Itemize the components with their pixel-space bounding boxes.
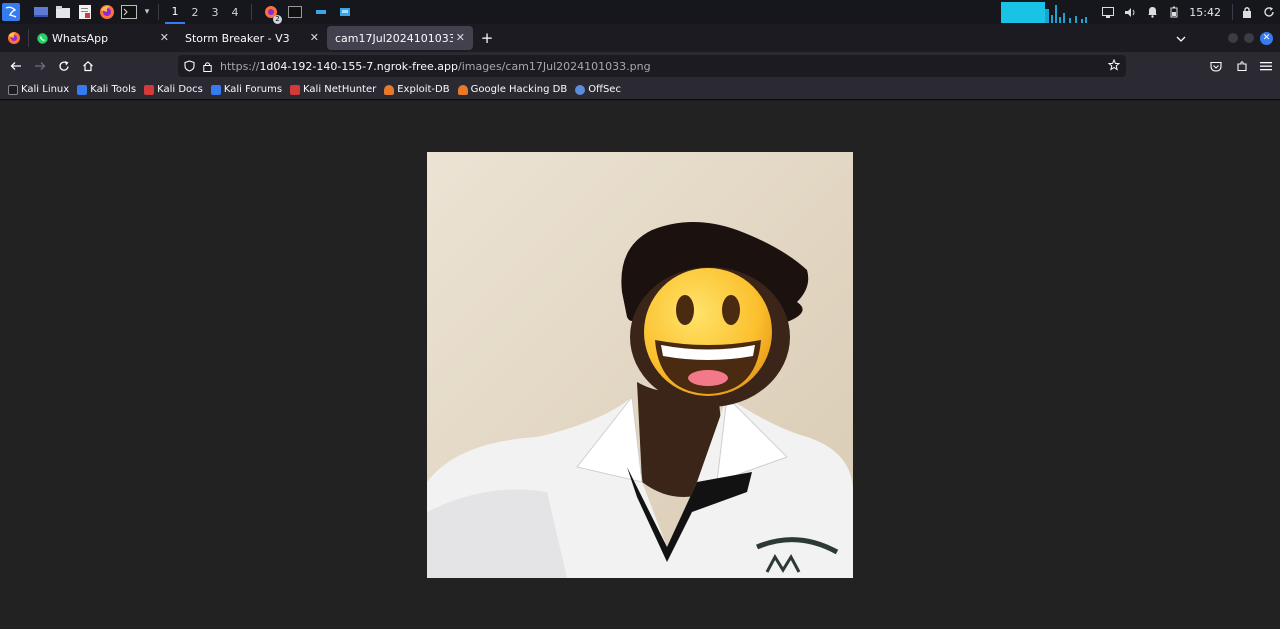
clock[interactable]: 15:42 xyxy=(1189,6,1221,19)
address-bar[interactable]: https://1d04-192-140-155-7.ngrok-free.ap… xyxy=(178,55,1126,77)
bookmarks-toolbar: Kali Linux Kali Tools Kali Docs Kali For… xyxy=(0,80,1280,100)
bookmark-label: OffSec xyxy=(588,84,621,95)
firefox-icon[interactable] xyxy=(98,3,116,21)
workspace-1[interactable]: 1 xyxy=(165,0,185,24)
webcam-capture-image[interactable] xyxy=(427,152,853,578)
url-path: /images/cam17Jul2024101033.png xyxy=(457,59,651,73)
close-window-button[interactable]: ✕ xyxy=(1260,31,1273,45)
workspace-3[interactable]: 3 xyxy=(205,0,225,24)
bookmark-label: Kali Forums xyxy=(223,84,283,95)
offsec-icon xyxy=(575,84,586,95)
forward-button[interactable] xyxy=(28,54,52,78)
nethunter-icon xyxy=(290,84,301,95)
bookmark-label: Exploit-DB xyxy=(397,84,450,95)
running-app-window-icon[interactable] xyxy=(312,3,330,21)
image-viewer-page xyxy=(0,101,1280,629)
bookmark-label: Kali Linux xyxy=(21,84,70,95)
whatsapp-icon xyxy=(37,32,48,44)
bookmark-label: Google Hacking DB xyxy=(470,84,568,95)
home-button[interactable] xyxy=(76,54,100,78)
reload-button[interactable] xyxy=(52,54,76,78)
running-app-window-icon[interactable] xyxy=(336,3,354,21)
bookmark-google-hacking-db[interactable]: Google Hacking DB xyxy=(457,84,568,95)
workspace-4[interactable]: 4 xyxy=(225,0,245,24)
back-button[interactable] xyxy=(4,54,28,78)
running-app-terminal-icon[interactable] xyxy=(286,3,304,21)
chevron-down-icon[interactable]: ▾ xyxy=(142,3,152,21)
maximize-window-button[interactable] xyxy=(1244,33,1254,43)
ghdb-icon xyxy=(457,84,468,95)
workspace-2[interactable]: 2 xyxy=(185,0,205,24)
tab-title: WhatsApp xyxy=(52,31,109,45)
url-scheme: https:// xyxy=(220,59,260,73)
url-text[interactable]: https://1d04-192-140-155-7.ngrok-free.ap… xyxy=(220,60,651,73)
tab-storm-breaker[interactable]: Storm Breaker - V3 ✕ xyxy=(177,26,327,50)
close-tab-icon[interactable]: ✕ xyxy=(310,31,319,44)
battery-icon xyxy=(1163,0,1185,24)
cpu-usage-graph xyxy=(999,1,1091,23)
lock-icon[interactable] xyxy=(203,61,212,72)
extensions-icon[interactable] xyxy=(1230,54,1254,78)
text-editor-icon[interactable] xyxy=(76,3,94,21)
kali-docs-icon xyxy=(144,84,155,95)
kali-dragon-icon xyxy=(8,84,18,95)
close-tab-icon[interactable]: ✕ xyxy=(456,31,465,44)
bookmark-kali-linux[interactable]: Kali Linux xyxy=(8,84,69,95)
terminal-icon[interactable] xyxy=(120,3,138,21)
bookmark-kali-tools[interactable]: Kali Tools xyxy=(77,84,136,95)
exploit-db-icon xyxy=(384,84,395,95)
taskbar-divider xyxy=(251,4,252,20)
display-icon[interactable] xyxy=(1097,0,1119,24)
close-tab-icon[interactable]: ✕ xyxy=(160,31,169,44)
taskbar-divider xyxy=(1232,4,1233,20)
notification-bell-icon[interactable] xyxy=(1141,0,1163,24)
url-host: 1d04-192-140-155-7.ngrok-free.app xyxy=(259,59,458,73)
pocket-icon[interactable] xyxy=(1204,54,1228,78)
taskbar-divider xyxy=(158,4,159,20)
navigation-toolbar: https://1d04-192-140-155-7.ngrok-free.ap… xyxy=(0,52,1280,80)
tab-whatsapp[interactable]: WhatsApp ✕ xyxy=(29,26,177,50)
firefox-view-icon[interactable] xyxy=(0,24,28,52)
bookmark-offsec[interactable]: OffSec xyxy=(575,84,621,95)
kali-forums-icon xyxy=(210,84,221,95)
bookmark-label: Kali Docs xyxy=(157,84,203,95)
kali-tools-icon xyxy=(77,84,88,95)
bookmark-kali-docs[interactable]: Kali Docs xyxy=(144,84,203,95)
minimize-window-button[interactable] xyxy=(1228,33,1238,43)
new-tab-button[interactable]: + xyxy=(473,26,501,50)
lock-icon[interactable] xyxy=(1236,0,1258,24)
window-count-badge: 2 xyxy=(273,15,282,24)
tab-title: cam17Jul2024101033.png (P xyxy=(335,31,453,45)
bookmark-exploit-db[interactable]: Exploit-DB xyxy=(384,84,450,95)
bookmark-label: Kali NetHunter xyxy=(303,84,377,95)
bookmark-star-icon[interactable] xyxy=(1108,59,1120,71)
tab-title: Storm Breaker - V3 xyxy=(185,31,290,45)
volume-icon[interactable] xyxy=(1119,0,1141,24)
bookmark-kali-forums[interactable]: Kali Forums xyxy=(210,84,283,95)
kali-menu-icon[interactable] xyxy=(2,3,20,21)
tab-image-active[interactable]: cam17Jul2024101033.png (P ✕ xyxy=(327,26,473,50)
tracking-protection-shield-icon[interactable] xyxy=(184,60,195,72)
system-taskbar: ▾ 1 2 3 4 2 15:42 xyxy=(0,0,1280,24)
list-all-tabs-button[interactable] xyxy=(1171,32,1191,45)
bookmark-label: Kali Tools xyxy=(90,84,137,95)
grinning-face-emoji-icon xyxy=(644,268,772,396)
hamburger-menu-icon[interactable] xyxy=(1254,54,1278,78)
tab-strip: WhatsApp ✕ Storm Breaker - V3 ✕ cam17Jul… xyxy=(0,24,1280,52)
running-app-firefox-icon[interactable]: 2 xyxy=(262,3,282,24)
bookmark-kali-nethunter[interactable]: Kali NetHunter xyxy=(290,84,376,95)
refresh-session-icon[interactable] xyxy=(1258,0,1280,24)
desktop-icon[interactable] xyxy=(32,3,50,21)
file-manager-icon[interactable] xyxy=(54,3,72,21)
